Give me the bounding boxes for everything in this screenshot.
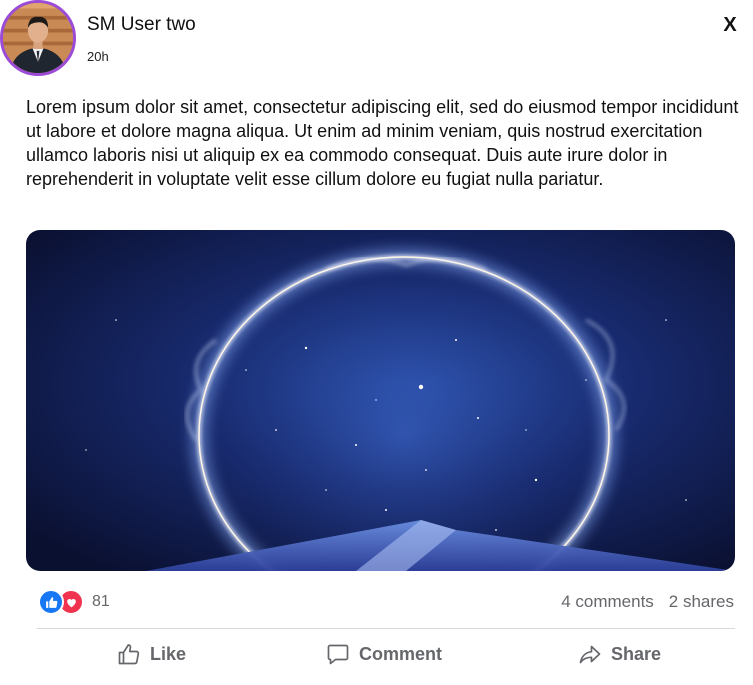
thumbs-up-icon [118, 644, 140, 665]
post-timestamp[interactable]: 20h [87, 49, 109, 64]
share-button[interactable]: Share [578, 640, 661, 668]
post-body-text: Lorem ipsum dolor sit amet, consectetur … [26, 97, 739, 189]
reaction-summary[interactable]: 81 [38, 589, 110, 615]
comment-label: Comment [359, 643, 443, 664]
comment-icon [327, 644, 349, 665]
avatar[interactable] [0, 0, 76, 76]
reaction-count: 81 [92, 593, 110, 610]
comments-count-link[interactable]: 4 comments [561, 592, 654, 612]
divider [37, 628, 735, 629]
close-button[interactable]: X [718, 12, 742, 38]
avatar-photo [3, 3, 73, 73]
share-label: Share [611, 643, 662, 664]
like-label: Like [150, 643, 187, 664]
like-button[interactable]: Like [117, 640, 186, 668]
like-icon [38, 589, 64, 615]
shares-count-link[interactable]: 2 shares [669, 592, 734, 612]
share-icon [579, 645, 601, 664]
comment-button[interactable]: Comment [326, 640, 442, 668]
post-image[interactable] [26, 230, 735, 571]
author-name[interactable]: SM User two [87, 14, 196, 36]
engagement-stats: 4 comments 2 shares [561, 592, 734, 612]
social-post-card: SM User two 20h X Lorem ipsum dolor sit … [0, 0, 753, 685]
cosmic-ring-image [26, 230, 735, 571]
